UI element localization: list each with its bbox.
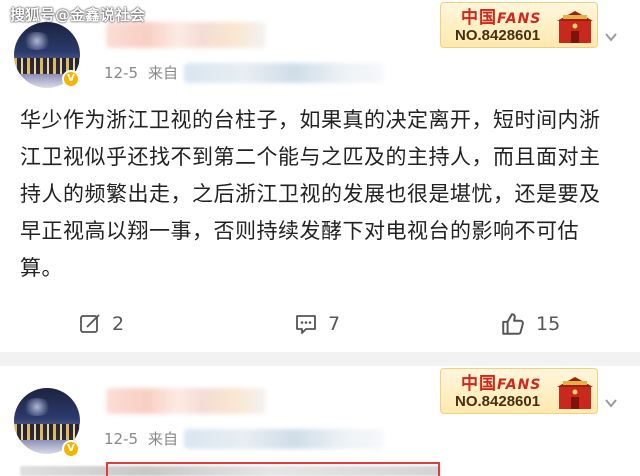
weibo-post: V 12-5 来自 中国FANS NO.8428601 bbox=[0, 366, 640, 476]
badge-title-text: 中国 bbox=[461, 8, 497, 28]
tiananmen-icon bbox=[557, 377, 593, 409]
repost-count: 2 bbox=[112, 313, 125, 335]
username-blurred[interactable] bbox=[106, 22, 266, 48]
source-prefix: 来自 bbox=[148, 430, 179, 448]
like-button[interactable]: 15 bbox=[500, 306, 560, 342]
chevron-down-icon[interactable] bbox=[604, 396, 618, 410]
verified-icon: V bbox=[62, 440, 80, 458]
post-date: 12-5 bbox=[104, 63, 139, 82]
tiananmen-icon bbox=[557, 11, 593, 43]
post-date: 12-5 bbox=[104, 429, 139, 448]
avatar-sky bbox=[22, 32, 52, 50]
fans-badge[interactable]: 中国FANS NO.8428601 bbox=[440, 2, 598, 48]
badge-title-text: 中国 bbox=[461, 374, 497, 394]
avatar-sky bbox=[22, 398, 52, 416]
post-meta: 12-5 来自 bbox=[104, 428, 385, 449]
source-prefix: 来自 bbox=[148, 64, 179, 82]
avatar-city bbox=[14, 424, 80, 440]
repost-icon bbox=[80, 314, 100, 333]
badge-title-suffix: FANS bbox=[497, 377, 542, 393]
repost-button[interactable]: 2 bbox=[78, 306, 124, 342]
username-blurred[interactable] bbox=[106, 388, 266, 414]
weibo-post: V 12-5 来自 中国FANS NO.8428601 华少作为浙江卫视的台柱子… bbox=[0, 0, 640, 352]
source-blurred bbox=[184, 62, 385, 83]
source-blurred bbox=[184, 428, 385, 449]
action-bar: 2 7 15 bbox=[0, 306, 640, 342]
verified-icon: V bbox=[62, 70, 80, 88]
post-separator bbox=[0, 352, 640, 366]
chevron-down-icon[interactable] bbox=[604, 30, 618, 44]
comment-count: 7 bbox=[328, 313, 341, 335]
comment-icon bbox=[296, 315, 316, 334]
like-icon bbox=[502, 313, 524, 335]
fans-badge[interactable]: 中国FANS NO.8428601 bbox=[440, 368, 598, 414]
comment-button[interactable]: 7 bbox=[294, 306, 340, 342]
badge-title: 中国FANS bbox=[461, 3, 541, 28]
like-count: 15 bbox=[536, 313, 561, 335]
post-content: 华少作为浙江卫视的台柱子，如果真的决定离开，短时间内浙江卫视似乎还找不到第二个能… bbox=[20, 108, 601, 280]
badge-title: 中国FANS bbox=[461, 369, 541, 394]
badge-number: NO.8428601 bbox=[455, 27, 541, 44]
watermark: 搜狐号@金鑫说社会 bbox=[10, 6, 146, 24]
badge-number: NO.8428601 bbox=[455, 393, 541, 410]
highlight-box bbox=[106, 462, 440, 476]
badge-title-suffix: FANS bbox=[497, 11, 542, 27]
post-meta: 12-5 来自 bbox=[104, 62, 385, 83]
